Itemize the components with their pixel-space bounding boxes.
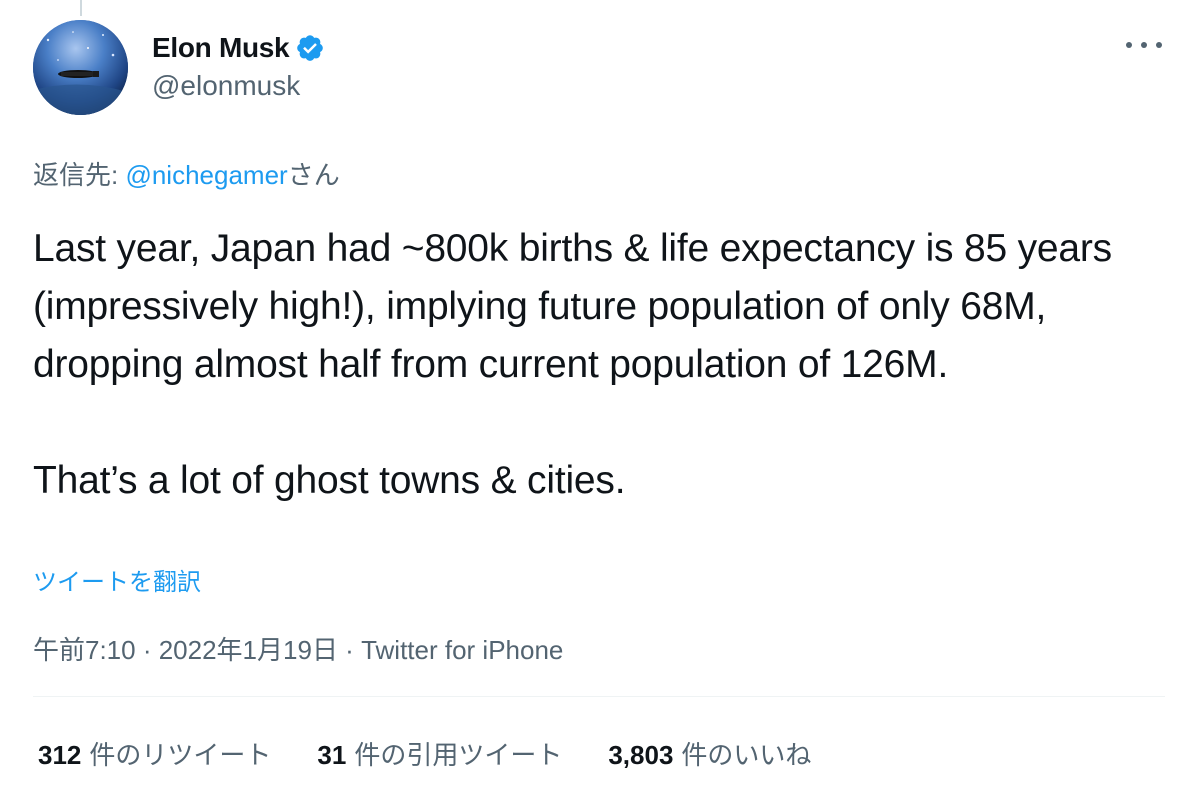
- likes-count: 3,803: [608, 740, 674, 770]
- reply-to-mention-link[interactable]: @nichegamer: [125, 160, 287, 190]
- likes-label: 件のいいね: [681, 740, 812, 770]
- space-station-avatar-icon: [33, 20, 128, 115]
- retweets-stat[interactable]: 312 件のリツイート: [38, 735, 271, 772]
- thread-connector-line: [80, 0, 82, 16]
- reply-to-prefix: 返信先:: [33, 160, 126, 190]
- meta-separator: ·: [337, 635, 362, 665]
- author-display-name[interactable]: Elon Musk: [152, 32, 290, 64]
- more-dot: [1156, 42, 1162, 48]
- meta-separator: ·: [135, 635, 159, 665]
- translate-tweet-link[interactable]: ツイートを翻訳: [33, 562, 201, 597]
- more-options-icon[interactable]: [1126, 30, 1162, 60]
- tweet-time[interactable]: 午前7:10: [33, 635, 136, 665]
- tweet-source[interactable]: Twitter for iPhone: [361, 635, 563, 665]
- avatar[interactable]: [33, 20, 128, 115]
- quote-tweets-stat[interactable]: 31 件の引用ツイート: [317, 735, 562, 772]
- quotes-count: 31: [317, 740, 347, 770]
- author-handle[interactable]: @elonmusk: [152, 70, 300, 102]
- more-dot: [1141, 42, 1147, 48]
- likes-stat[interactable]: 3,803 件のいいね: [608, 735, 811, 772]
- reply-to-line: 返信先: @nichegamerさん: [33, 155, 340, 192]
- retweets-label: 件のリツイート: [89, 740, 272, 770]
- tweet-stats: 312 件のリツイート 31 件の引用ツイート 3,803 件のいいね: [38, 735, 857, 772]
- quotes-label: 件の引用ツイート: [354, 740, 563, 770]
- tweet-paragraph: That’s a lot of ghost towns & cities.: [33, 459, 626, 502]
- tweet-date[interactable]: 2022年1月19日: [159, 635, 338, 665]
- verified-badge-icon: [297, 35, 324, 61]
- author-name-row[interactable]: Elon Musk: [152, 28, 325, 68]
- reply-to-suffix: さん: [287, 160, 340, 190]
- more-dot: [1126, 42, 1132, 48]
- tweet-metadata: 午前7:10 · 2022年1月19日 · Twitter for iPhone: [33, 630, 563, 667]
- tweet-text: Last year, Japan had ~800k births & life…: [33, 220, 1173, 510]
- divider: [33, 696, 1165, 697]
- tweet-paragraph: Last year, Japan had ~800k births & life…: [33, 227, 1112, 386]
- retweets-count: 312: [38, 740, 82, 770]
